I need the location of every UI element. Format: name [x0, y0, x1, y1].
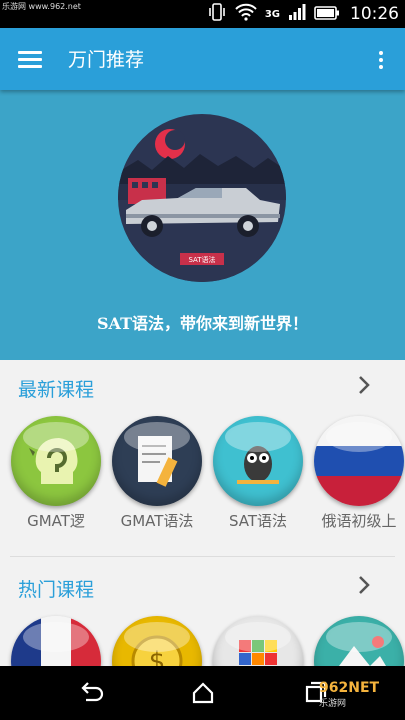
course-icon-french — [11, 616, 101, 666]
section-header-latest[interactable]: 最新课程 — [0, 364, 405, 408]
course-card[interactable]: GMAT语法 — [107, 416, 207, 531]
section-title: 最新课程 — [18, 379, 95, 401]
course-card[interactable]: $ — [107, 616, 207, 666]
course-icon-rubiks-cube — [213, 616, 303, 666]
wifi-icon — [235, 3, 257, 25]
course-card[interactable]: GMAT逻 — [6, 416, 106, 531]
status-time: 10:26 — [350, 4, 399, 24]
course-icon-russian — [314, 416, 404, 506]
status-bar: 乐游网 www.962.net 3G 10:26 — [0, 0, 405, 28]
course-card[interactable] — [309, 616, 405, 666]
back-icon[interactable] — [76, 678, 106, 708]
banner-sign-text: SAT语法 — [188, 255, 215, 264]
watermark: 乐游网 www.962.net — [2, 2, 81, 11]
status-icons: 3G 10:26 — [207, 3, 399, 25]
course-list[interactable]: 最新课程 GMAT逻 GMAT语法 SAT语法 俄语初级上 热门课程 $ — [0, 360, 405, 666]
course-card[interactable] — [6, 616, 106, 666]
signal-icon — [288, 3, 306, 25]
section-title: 热门课程 — [18, 579, 95, 601]
logo-text: 962NET — [319, 680, 380, 696]
battery-icon — [314, 5, 340, 24]
chevron-right-icon[interactable] — [353, 574, 375, 596]
network-type-label: 3G — [264, 8, 280, 20]
featured-banner[interactable]: SAT语法 SAT语法，带你来到新世界！ — [0, 90, 405, 360]
course-icon-sat-grammar — [213, 416, 303, 506]
site-logo: 962NET 乐游网 — [319, 680, 399, 709]
course-label: 俄语初级上 — [321, 512, 397, 530]
course-card[interactable]: 俄语初级上 — [309, 416, 405, 531]
course-label: GMAT逻 — [27, 512, 85, 530]
more-options-icon[interactable] — [371, 46, 391, 74]
svg-text:$: $ — [149, 647, 166, 666]
logo-subtext: 乐游网 — [319, 699, 347, 709]
page-title: 万门推荐 — [68, 49, 145, 71]
course-icon-gmat-grammar — [112, 416, 202, 506]
course-icon-finance: $ — [112, 616, 202, 666]
banner-caption: SAT语法，带你来到新世界！ — [96, 314, 308, 333]
navigation-bar: 962NET 乐游网 — [0, 666, 405, 720]
course-icon-gmat-logic — [11, 416, 101, 506]
home-icon[interactable] — [188, 678, 218, 708]
car-illustration: SAT语法 — [118, 114, 286, 282]
course-card[interactable] — [208, 616, 308, 666]
menu-icon[interactable] — [12, 44, 52, 74]
course-label: GMAT语法 — [120, 512, 194, 530]
section-divider — [10, 556, 395, 557]
course-label: SAT语法 — [228, 512, 288, 530]
vibrate-icon — [207, 2, 227, 26]
app-bar: 万门推荐 — [0, 28, 405, 90]
section-header-popular[interactable]: 热门课程 — [0, 564, 405, 608]
course-icon-landscape — [314, 616, 404, 666]
course-card[interactable]: SAT语法 — [208, 416, 308, 531]
chevron-right-icon[interactable] — [353, 374, 375, 396]
